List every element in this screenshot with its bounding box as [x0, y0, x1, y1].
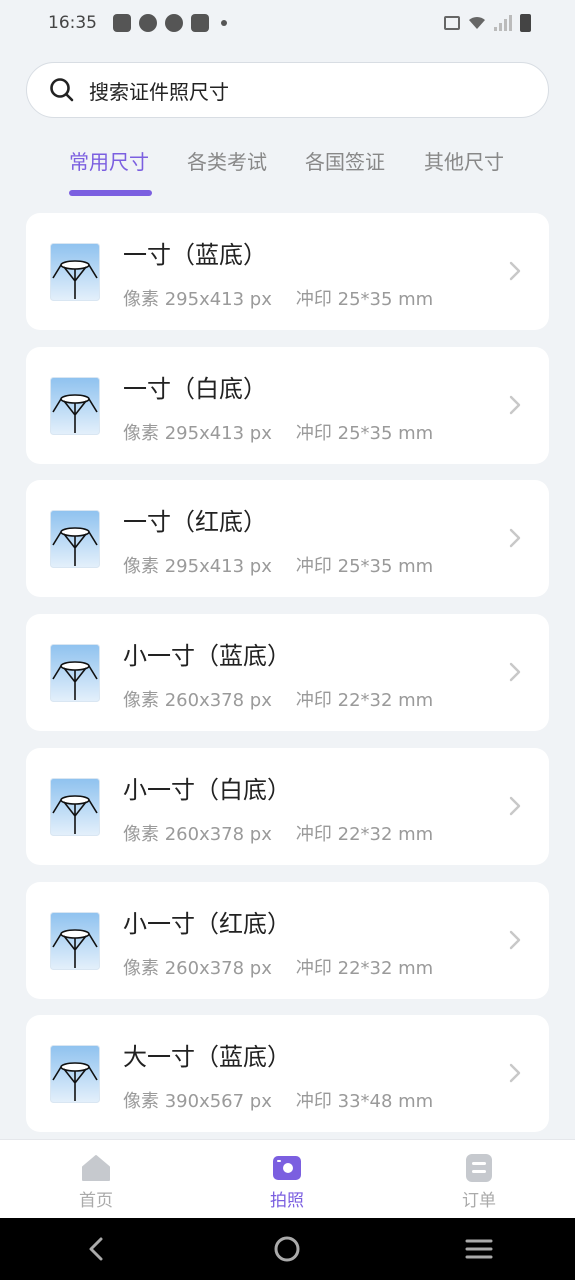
list-item[interactable]: 小一寸（红底） 像素 260x378 px 冲印 22*32 mm	[26, 882, 549, 999]
chevron-right-icon	[509, 1063, 521, 1083]
list-item[interactable]: 大一寸（蓝底） 像素 390x567 px 冲印 33*48 mm	[26, 1015, 549, 1132]
item-print-size: 冲印 22*32 mm	[295, 958, 434, 979]
photo-thumbnail-icon	[50, 1045, 100, 1103]
search-icon	[50, 78, 74, 102]
item-pixels: 像素 260x378 px	[123, 690, 272, 711]
active-tab-indicator	[69, 190, 152, 196]
home-button[interactable]	[267, 1229, 307, 1269]
list-item[interactable]: 小一寸（白底） 像素 260x378 px 冲印 22*32 mm	[26, 748, 549, 865]
nav-home-label: 首页	[79, 1191, 113, 1211]
item-specs: 像素 260x378 px 冲印 22*32 mm	[123, 954, 433, 980]
chevron-right-icon	[509, 528, 521, 548]
item-title: 一寸（蓝底）	[123, 241, 267, 269]
home-circle-icon	[274, 1236, 300, 1262]
list-item[interactable]: 小一寸（蓝底） 像素 260x378 px 冲印 22*32 mm	[26, 614, 549, 731]
home-icon	[82, 1155, 110, 1181]
photo-thumbnail-icon	[50, 510, 100, 568]
item-title: 小一寸（红底）	[123, 910, 291, 938]
tab-exams[interactable]: 各类考试	[187, 146, 267, 175]
photo-thumbnail-icon	[50, 243, 100, 301]
item-print-size: 冲印 25*35 mm	[295, 556, 434, 577]
back-button[interactable]	[76, 1229, 116, 1269]
item-specs: 像素 295x413 px 冲印 25*35 mm	[123, 419, 433, 445]
item-title: 一寸（白底）	[123, 375, 267, 403]
nav-camera[interactable]: 拍照	[247, 1152, 327, 1211]
notification-bag-icon-2	[191, 14, 209, 32]
item-pixels: 像素 295x413 px	[123, 556, 272, 577]
item-print-size: 冲印 22*32 mm	[295, 690, 434, 711]
recents-button[interactable]	[459, 1229, 499, 1269]
tab-common-sizes[interactable]: 常用尺寸	[69, 146, 149, 175]
order-icon	[466, 1154, 492, 1182]
item-pixels: 像素 260x378 px	[123, 958, 272, 979]
item-print-size: 冲印 22*32 mm	[295, 824, 434, 845]
chevron-right-icon	[509, 796, 521, 816]
item-pixels: 像素 295x413 px	[123, 423, 272, 444]
battery-icon	[520, 14, 531, 32]
chevron-right-icon	[509, 930, 521, 950]
chevron-right-icon	[509, 261, 521, 281]
item-title: 一寸（红底）	[123, 508, 267, 536]
nav-camera-label: 拍照	[270, 1191, 304, 1211]
notification-compass-icon-2	[165, 14, 183, 32]
item-pixels: 像素 260x378 px	[123, 824, 272, 845]
item-title: 小一寸（蓝底）	[123, 642, 291, 670]
item-title: 小一寸（白底）	[123, 776, 291, 804]
item-pixels: 像素 295x413 px	[123, 289, 272, 310]
item-print-size: 冲印 25*35 mm	[295, 423, 434, 444]
photo-thumbnail-icon	[50, 912, 100, 970]
status-left: 16:35	[48, 13, 227, 33]
notification-compass-icon	[139, 14, 157, 32]
nav-orders[interactable]: 订单	[439, 1152, 519, 1211]
notification-bag-icon	[113, 14, 131, 32]
status-time: 16:35	[48, 13, 97, 33]
tab-other-sizes[interactable]: 其他尺寸	[424, 146, 504, 175]
item-print-size: 冲印 33*48 mm	[295, 1091, 434, 1112]
item-pixels: 像素 390x567 px	[123, 1091, 272, 1112]
list-item[interactable]: 一寸（红底） 像素 295x413 px 冲印 25*35 mm	[26, 480, 549, 597]
signal-icon	[494, 15, 512, 31]
list-item[interactable]: 一寸（蓝底） 像素 295x413 px 冲印 25*35 mm	[26, 213, 549, 330]
vibrate-icon	[444, 16, 460, 30]
item-title: 大一寸（蓝底）	[123, 1043, 291, 1071]
item-specs: 像素 295x413 px 冲印 25*35 mm	[123, 285, 433, 311]
photo-thumbnail-icon	[50, 644, 100, 702]
item-specs: 像素 390x567 px 冲印 33*48 mm	[123, 1087, 433, 1113]
chevron-right-icon	[509, 662, 521, 682]
status-bar: 16:35	[0, 0, 575, 46]
item-specs: 像素 260x378 px 冲印 22*32 mm	[123, 820, 433, 846]
tab-visas[interactable]: 各国签证	[305, 146, 385, 175]
photo-thumbnail-icon	[50, 377, 100, 435]
bottom-nav: 首页 拍照 订单	[0, 1139, 575, 1219]
item-specs: 像素 295x413 px 冲印 25*35 mm	[123, 552, 433, 578]
nav-home[interactable]: 首页	[56, 1152, 136, 1211]
wifi-icon	[469, 16, 485, 29]
item-print-size: 冲印 25*35 mm	[295, 289, 434, 310]
chevron-right-icon	[509, 395, 521, 415]
system-nav-bar	[0, 1218, 575, 1280]
item-specs: 像素 260x378 px 冲印 22*32 mm	[123, 686, 433, 712]
back-icon	[89, 1237, 103, 1261]
photo-thumbnail-icon	[50, 778, 100, 836]
menu-icon	[465, 1239, 493, 1259]
camera-icon	[273, 1156, 301, 1180]
search-placeholder: 搜索证件照尺寸	[89, 79, 229, 104]
notification-more-dot-icon	[221, 20, 227, 26]
status-right	[444, 14, 531, 32]
nav-orders-label: 订单	[462, 1191, 496, 1211]
search-input[interactable]: 搜索证件照尺寸	[26, 62, 549, 118]
list-item[interactable]: 一寸（白底） 像素 295x413 px 冲印 25*35 mm	[26, 347, 549, 464]
